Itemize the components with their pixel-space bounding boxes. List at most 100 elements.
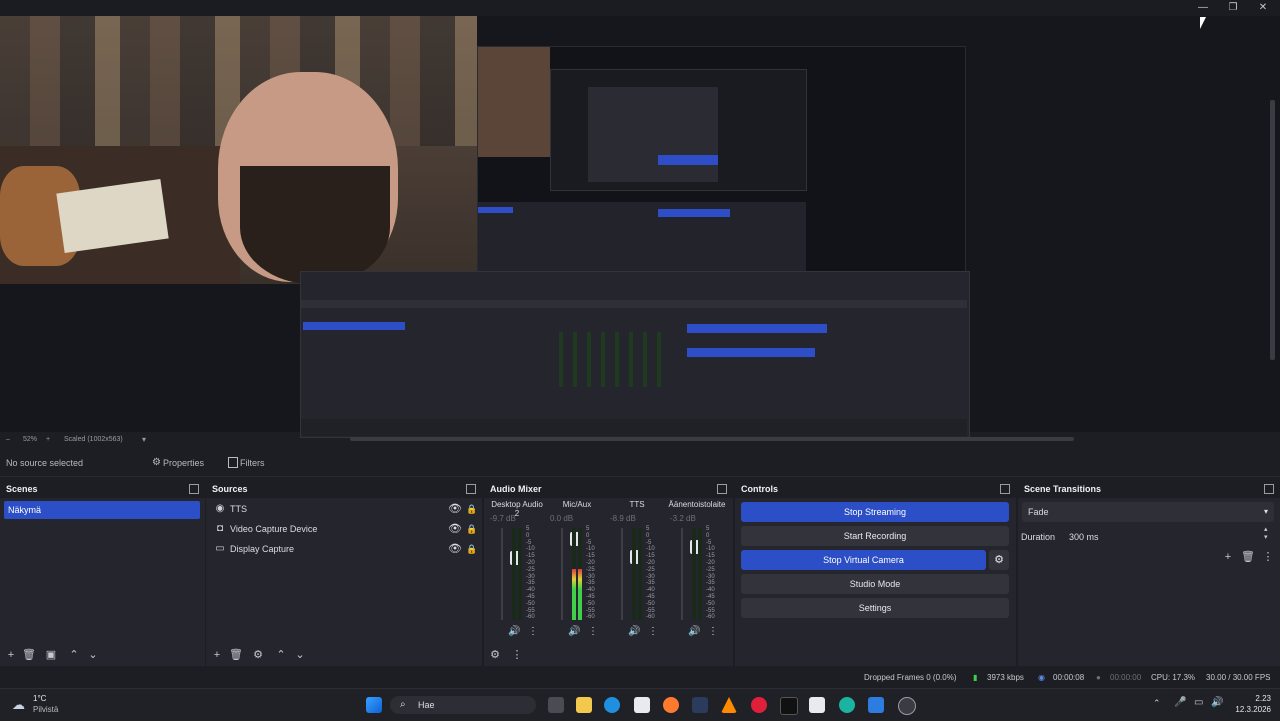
scenes-toolbar: + 🗑 ▣ ⌃ ⌄ xyxy=(0,644,205,666)
remove-transition-icon[interactable]: 🗑 xyxy=(1241,550,1255,564)
speaker-icon[interactable]: 🔊 xyxy=(628,626,640,637)
lock-icon[interactable]: 🔒 xyxy=(466,520,477,538)
remove-source-icon[interactable]: 🗑 xyxy=(229,648,243,662)
settings-button[interactable]: Settings xyxy=(741,598,1009,618)
scene-filters-icon[interactable]: ▣ xyxy=(44,648,58,662)
source-row-display-capture[interactable]: ▭ Display Capture 👁 🔒 xyxy=(210,540,477,558)
visibility-eye-icon[interactable]: 👁 xyxy=(448,500,462,518)
mixer-menu-icon[interactable]: ⋮ xyxy=(510,648,524,662)
stop-streaming-button[interactable]: Stop Streaming xyxy=(741,502,1009,522)
scale-tick: -5 xyxy=(646,539,652,546)
microphone-icon[interactable]: 🎤 xyxy=(1174,697,1186,708)
scene-item[interactable]: Näkymä xyxy=(4,501,200,519)
add-source-icon[interactable]: + xyxy=(210,648,224,662)
duration-stepper-icon[interactable]: ▴ ▾ xyxy=(1264,525,1268,541)
scale-tick: -55 xyxy=(706,607,715,614)
chevron-up-icon[interactable]: ⌃ xyxy=(1153,698,1161,709)
studio-mode-button[interactable]: Studio Mode xyxy=(741,574,1009,594)
firefox-icon[interactable] xyxy=(663,697,679,713)
duration-label: Duration xyxy=(1021,532,1056,542)
dock-float-icon[interactable] xyxy=(717,484,727,494)
scale-tick: -15 xyxy=(526,553,535,560)
obs-icon[interactable] xyxy=(898,697,916,715)
filters-button[interactable]: Filters xyxy=(234,454,271,472)
vlc-icon[interactable] xyxy=(721,697,737,713)
transition-menu-icon[interactable]: ⋮ xyxy=(1261,550,1275,564)
maximize-button[interactable]: ❐ xyxy=(1218,0,1248,16)
speaker-icon[interactable]: 🔊 xyxy=(688,626,700,637)
channel-menu-icon[interactable]: ⋮ xyxy=(528,626,538,637)
channel-name: TTS xyxy=(629,500,645,509)
remove-scene-icon[interactable]: 🗑 xyxy=(22,648,36,662)
dock-float-icon[interactable] xyxy=(1000,484,1010,494)
dock-float-icon[interactable] xyxy=(1264,484,1274,494)
channel-menu-icon[interactable]: ⋮ xyxy=(708,626,718,637)
preview-vertical-scrollbar[interactable] xyxy=(1270,100,1275,360)
channel-menu-icon[interactable]: ⋮ xyxy=(648,626,658,637)
zoom-out-icon[interactable]: – xyxy=(6,436,10,443)
browser-icon[interactable] xyxy=(839,697,855,713)
weather-temp[interactable]: 1°C xyxy=(33,694,46,703)
move-up-icon[interactable]: ⌃ xyxy=(67,648,81,662)
volume-fader[interactable] xyxy=(681,528,700,620)
speaker-icon[interactable]: 🔊 xyxy=(568,626,580,637)
source-properties-gear-icon[interactable]: ⚙ xyxy=(251,648,265,662)
scale-tick: 0 xyxy=(646,532,650,539)
properties-button[interactable]: Properties xyxy=(157,454,210,472)
lock-icon[interactable]: 🔒 xyxy=(466,540,477,558)
terminal-icon[interactable] xyxy=(780,697,798,715)
minimize-button[interactable]: — xyxy=(1188,0,1218,16)
advanced-audio-gear-icon[interactable]: ⚙ xyxy=(488,648,502,662)
dropped-frames: Dropped Frames 0 (0.0%) xyxy=(864,673,957,682)
scale-tick: -35 xyxy=(706,580,715,587)
stop-virtual-camera-button[interactable]: Stop Virtual Camera xyxy=(741,550,986,570)
app-icon[interactable] xyxy=(868,697,884,713)
stream-time: 00:00:08 xyxy=(1053,673,1085,682)
dock-float-icon[interactable] xyxy=(466,484,476,494)
scale-tick: -25 xyxy=(526,566,535,573)
scale-dropdown-icon[interactable]: ▾ xyxy=(142,435,146,444)
opera-icon[interactable] xyxy=(751,697,767,713)
transition-select[interactable]: Fade ▾ xyxy=(1022,502,1274,522)
start-windows-icon[interactable] xyxy=(366,697,382,713)
speaker-icon[interactable]: 🔊 xyxy=(508,626,520,637)
steam-icon[interactable] xyxy=(692,697,708,713)
dock-float-icon[interactable] xyxy=(189,484,199,494)
duration-field[interactable]: 300 ms xyxy=(1069,532,1099,542)
channel-menu-icon[interactable]: ⋮ xyxy=(588,626,598,637)
add-scene-icon[interactable]: + xyxy=(4,648,18,662)
visibility-eye-icon[interactable]: 👁 xyxy=(448,520,462,538)
add-transition-icon[interactable]: + xyxy=(1221,550,1235,564)
windows-taskbar: ☁ 1°C Pilvistä ⌕ Hae ⌃ 🎤 ▭ 🔊 2.23 12.3.2… xyxy=(0,688,1280,721)
start-recording-button[interactable]: Start Recording xyxy=(741,526,1009,546)
source-row-video-capture[interactable]: ◘ Video Capture Device 👁 🔒 xyxy=(210,520,477,538)
taskbar-search[interactable]: ⌕ Hae xyxy=(390,696,536,714)
move-down-icon[interactable]: ⌄ xyxy=(86,648,100,662)
cloud-icon: ☁ xyxy=(12,697,25,712)
move-down-icon[interactable]: ⌄ xyxy=(293,648,307,662)
visibility-eye-icon[interactable]: 👁 xyxy=(448,540,462,558)
lock-icon[interactable]: 🔒 xyxy=(466,500,477,518)
volume-fader[interactable] xyxy=(501,528,520,620)
source-row-tts[interactable]: ◉ TTS 👁 🔒 xyxy=(210,500,478,518)
edge-browser-icon[interactable] xyxy=(604,697,620,713)
virtual-camera-gear-icon[interactable]: ⚙ xyxy=(989,550,1009,570)
network-icon[interactable]: ▭ xyxy=(1194,697,1203,708)
channel-name: Äänentoistolaite xyxy=(668,500,726,509)
store-icon[interactable] xyxy=(634,697,650,713)
file-explorer-icon[interactable] xyxy=(576,697,592,713)
volume-fader[interactable] xyxy=(621,528,640,620)
move-up-icon[interactable]: ⌃ xyxy=(274,648,288,662)
scale-tick: -20 xyxy=(646,559,655,566)
zoom-in-icon[interactable]: + xyxy=(46,436,50,443)
channel-name: Mic/Aux xyxy=(562,500,592,509)
preview-canvas[interactable] xyxy=(0,16,1280,438)
fps: 30.00 / 30.00 FPS xyxy=(1206,673,1271,682)
source-label: TTS xyxy=(230,504,247,514)
volume-fader[interactable] xyxy=(561,528,580,620)
volume-icon[interactable]: 🔊 xyxy=(1211,697,1223,708)
clock-time[interactable]: 2.23 xyxy=(1233,694,1271,703)
close-button[interactable]: ✕ xyxy=(1248,0,1278,16)
task-view-icon[interactable] xyxy=(548,697,564,713)
notepad-icon[interactable] xyxy=(809,697,825,713)
